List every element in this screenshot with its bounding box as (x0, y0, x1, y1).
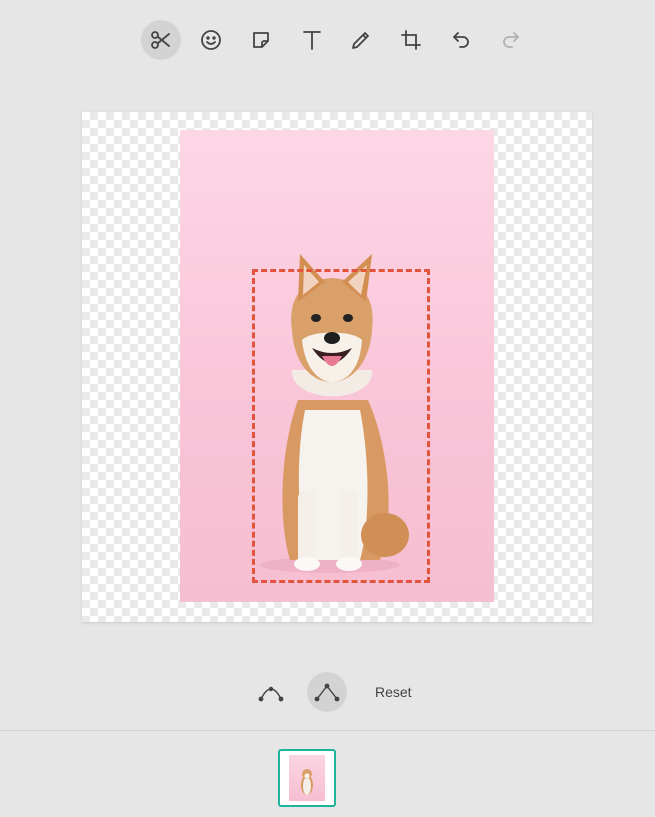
smiley-icon (201, 30, 221, 50)
curve-path-icon (258, 686, 284, 702)
editor-toolbar (0, 20, 655, 62)
scissors-icon (151, 31, 170, 49)
cut-tool-button[interactable] (141, 20, 181, 60)
sticker-tool-button[interactable] (241, 20, 281, 60)
cutout-selection-box[interactable] (252, 269, 430, 583)
pencil-icon (352, 32, 369, 49)
redo-button[interactable] (491, 20, 531, 60)
polygon-path-button[interactable] (307, 672, 347, 712)
divider (0, 730, 655, 731)
crop-icon (401, 30, 421, 50)
emoji-tool-button[interactable] (191, 20, 231, 60)
crop-tool-button[interactable] (391, 20, 431, 60)
dog-thumbnail-icon (301, 769, 313, 795)
editing-canvas[interactable] (82, 112, 592, 622)
redo-icon (503, 32, 519, 48)
image-thumbnail[interactable] (278, 749, 336, 807)
thumbnail-preview (289, 755, 325, 801)
path-tools-bar: Reset (0, 672, 655, 716)
draw-tool-button[interactable] (341, 20, 381, 60)
sticker-icon (253, 32, 269, 48)
curve-path-button[interactable] (251, 672, 291, 712)
reset-button[interactable]: Reset (375, 684, 412, 700)
undo-icon (453, 32, 469, 48)
text-tool-button[interactable] (292, 20, 332, 60)
text-icon (303, 31, 321, 50)
undo-button[interactable] (441, 20, 481, 60)
polygon-path-icon (314, 683, 340, 702)
